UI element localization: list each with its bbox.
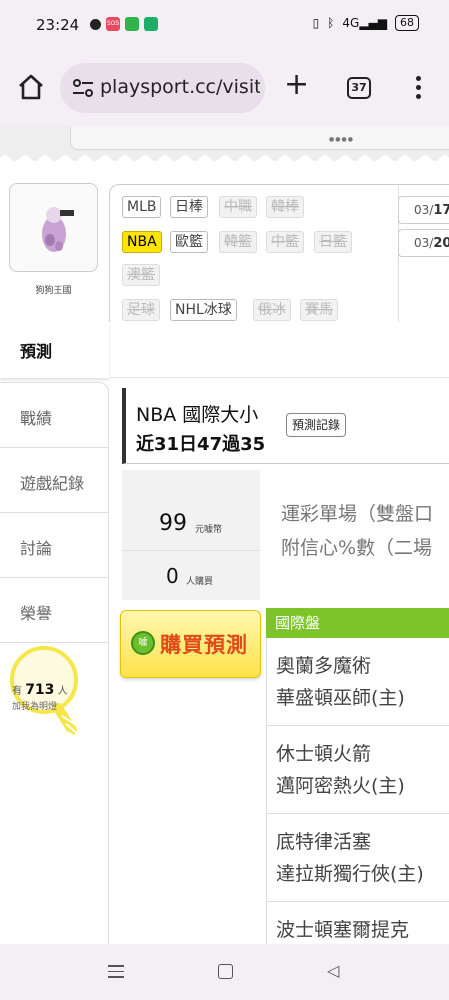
buy-button-label: 購買預測 xyxy=(160,633,248,657)
app-green-icon xyxy=(125,17,139,31)
follower-count: 有 713 人 xyxy=(12,682,82,698)
back-icon[interactable]: ◁ xyxy=(327,961,339,980)
date-tag[interactable]: 03/20 xyxy=(398,229,449,257)
battery-level: 68 xyxy=(400,16,414,29)
carousel-dots[interactable]: ●●●● xyxy=(329,136,354,143)
games-table: 國際盤 奧蘭多魔術 華盛頓巫師(主) 休士頓火箭 邁阿密熱火(主) 底特律活塞 … xyxy=(266,608,449,944)
home-team: 邁阿密熱火(主) xyxy=(276,775,405,797)
nav-item-prediction[interactable]: 預測 xyxy=(0,322,109,378)
nav-item-game-log[interactable]: 遊戲紀錄 xyxy=(0,448,109,513)
away-team: 休士頓火箭 xyxy=(276,743,372,765)
sport-tag: 韓棒 xyxy=(266,196,304,218)
home-nav-icon[interactable] xyxy=(218,964,233,979)
prediction-header: NBA 國際大小 近31日47過35 預測記錄 xyxy=(122,388,449,464)
buyers-count: 0 xyxy=(166,564,179,588)
url-text: playsport.cc/visit xyxy=(100,76,260,98)
bluetooth-icon: ᛒ xyxy=(327,16,335,30)
buy-prediction-button[interactable]: 噱 購買預測 xyxy=(120,610,261,678)
tab-row xyxy=(109,322,449,378)
notification-icons: SOS xyxy=(90,17,158,31)
prediction-record: 近31日47過35 xyxy=(136,434,266,455)
nav-item-label: 戰績 xyxy=(20,409,53,428)
divider xyxy=(122,550,260,551)
prediction-desc-line1: 運彩單場（雙盤口 xyxy=(281,503,434,525)
avatar-image xyxy=(42,207,74,252)
browser-toolbar: playsport.cc/visit + 37 xyxy=(0,50,449,126)
sport-tag: 日籃 xyxy=(314,231,352,253)
price-value: 99 xyxy=(159,511,187,536)
new-tab-icon[interactable]: + xyxy=(284,70,309,100)
sport-tag: 俄冰 xyxy=(253,299,291,321)
more-menu-icon[interactable] xyxy=(414,76,422,102)
home-team: 華盛頓巫師(主) xyxy=(276,687,405,709)
lightbulb-icon[interactable] xyxy=(8,638,88,758)
follower-suffix: 人 xyxy=(57,686,68,697)
top-banner: ●●●● xyxy=(0,126,449,164)
sport-tag[interactable]: 日棒 xyxy=(170,196,208,218)
date-prefix: 03/ xyxy=(414,203,434,217)
date-day: 20 xyxy=(433,236,449,251)
sport-tag: 中籃 xyxy=(266,231,304,253)
game-row[interactable]: 波士頓塞爾提克 xyxy=(266,902,449,944)
battery-icon: 68 xyxy=(395,15,419,31)
away-team: 奧蘭多魔術 xyxy=(276,655,372,677)
date-tag[interactable]: 03/17 xyxy=(398,196,449,224)
follower-prefix: 有 xyxy=(12,686,22,697)
game-row[interactable]: 休士頓火箭 邁阿密熱火(主) xyxy=(266,726,449,814)
banner-strip xyxy=(70,126,449,150)
sos-icon: SOS xyxy=(106,17,120,31)
profile-name[interactable]: 狗狗王國 xyxy=(9,283,98,296)
app-teal-icon xyxy=(144,17,158,31)
sport-tag: 賽馬 xyxy=(300,299,338,321)
prediction-log-button[interactable]: 預測記錄 xyxy=(286,413,347,437)
status-time: 23:24 xyxy=(36,16,80,34)
coin-icon: 噱 xyxy=(131,631,155,655)
sport-tag[interactable]: NBA xyxy=(122,231,162,253)
nav-item-record[interactable]: 戰績 xyxy=(0,383,109,448)
sport-tag: 韓籃 xyxy=(219,231,257,253)
system-icons: ▯ ᛒ 4G▂▄▆ 68 xyxy=(313,15,419,31)
games-header: 國際盤 xyxy=(266,608,449,638)
sport-tag[interactable]: MLB xyxy=(122,196,162,218)
nav-item-label: 遊戲紀錄 xyxy=(20,474,85,493)
status-bar: 23:24 SOS ▯ ᛒ 4G▂▄▆ 68 xyxy=(0,0,449,50)
url-bar[interactable]: playsport.cc/visit xyxy=(60,63,265,113)
web-page: ●●●● 狗狗王國 MLB 日棒 中職 韓棒 NBA 歐籃 韓籃 中籃 日籃澳籃足球 NHL冰球俄… xyxy=(0,126,449,944)
site-settings-icon[interactable] xyxy=(72,78,94,98)
date-prefix: 03/ xyxy=(414,236,434,250)
signal-text: 4G xyxy=(342,16,360,30)
follow-label[interactable]: 加我為明燈 xyxy=(12,699,82,712)
sport-tag: 足球 xyxy=(122,299,160,321)
prediction-title: NBA 國際大小 xyxy=(136,404,259,426)
home-icon[interactable] xyxy=(16,72,46,102)
nav-item-honor[interactable]: 榮譽 xyxy=(0,578,109,643)
sport-tag: 澳籃 xyxy=(122,264,160,286)
vibrate-icon: ▯ xyxy=(312,16,320,30)
follower-number: 713 xyxy=(25,682,55,698)
price-unit: 元噱幣 xyxy=(195,525,223,535)
nav-item-label: 榮譽 xyxy=(20,604,53,623)
wavy-border xyxy=(0,155,449,164)
recents-icon[interactable] xyxy=(108,965,124,982)
prediction-desc-line2: 附信心%數（二場 xyxy=(281,537,433,559)
away-team: 波士頓塞爾提克 xyxy=(276,919,410,941)
away-team: 底特律活塞 xyxy=(276,831,372,853)
nav-item-label: 預測 xyxy=(20,342,53,361)
game-row[interactable]: 奧蘭多魔術 華盛頓巫師(主) xyxy=(266,638,449,726)
system-nav-bar: ◁ xyxy=(0,944,449,1000)
sport-tag: 中職 xyxy=(219,196,257,218)
buyers-unit: 人購買 xyxy=(186,577,214,587)
nav-item-label: 討論 xyxy=(20,539,53,558)
home-team: 達拉斯獨行俠(主) xyxy=(276,863,424,885)
date-day: 17 xyxy=(433,203,449,218)
sport-tag[interactable]: NHL冰球 xyxy=(170,299,237,321)
avatar[interactable] xyxy=(9,183,98,272)
chat-icon xyxy=(90,19,101,30)
nav-item-discussion[interactable]: 討論 xyxy=(0,513,109,578)
signal-icon: 4G▂▄▆ xyxy=(342,16,387,30)
sport-tag[interactable]: 歐籃 xyxy=(170,231,208,253)
tab-switcher-button[interactable]: 37 xyxy=(347,77,371,99)
game-row[interactable]: 底特律活塞 達拉斯獨行俠(主) xyxy=(266,814,449,902)
